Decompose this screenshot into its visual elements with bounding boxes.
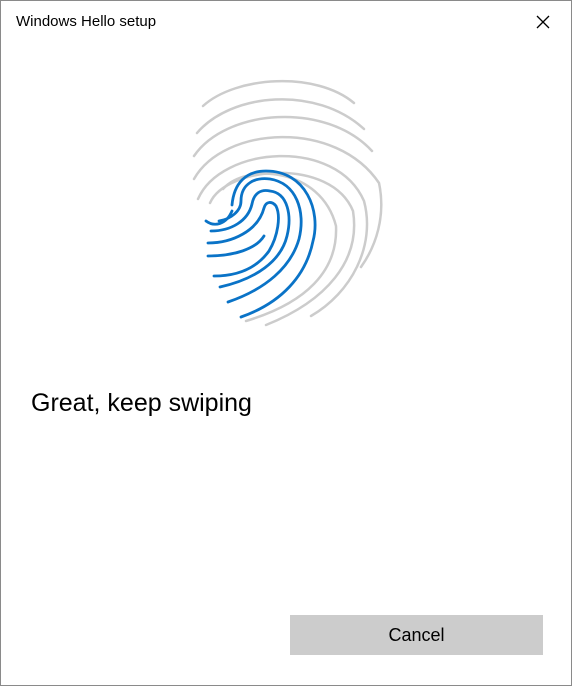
cancel-button[interactable]: Cancel (290, 615, 543, 655)
window-title: Windows Hello setup (16, 13, 157, 30)
fingerprint-icon (192, 80, 383, 327)
close-icon (536, 15, 550, 29)
fingerprint-scanned-ridges (204, 169, 317, 319)
status-message: Great, keep swiping (31, 389, 252, 417)
windows-hello-setup-dialog: Windows Hello setup Great, keep swiping (0, 0, 572, 686)
close-button[interactable] (515, 1, 571, 43)
title-bar: Windows Hello setup (1, 1, 571, 43)
